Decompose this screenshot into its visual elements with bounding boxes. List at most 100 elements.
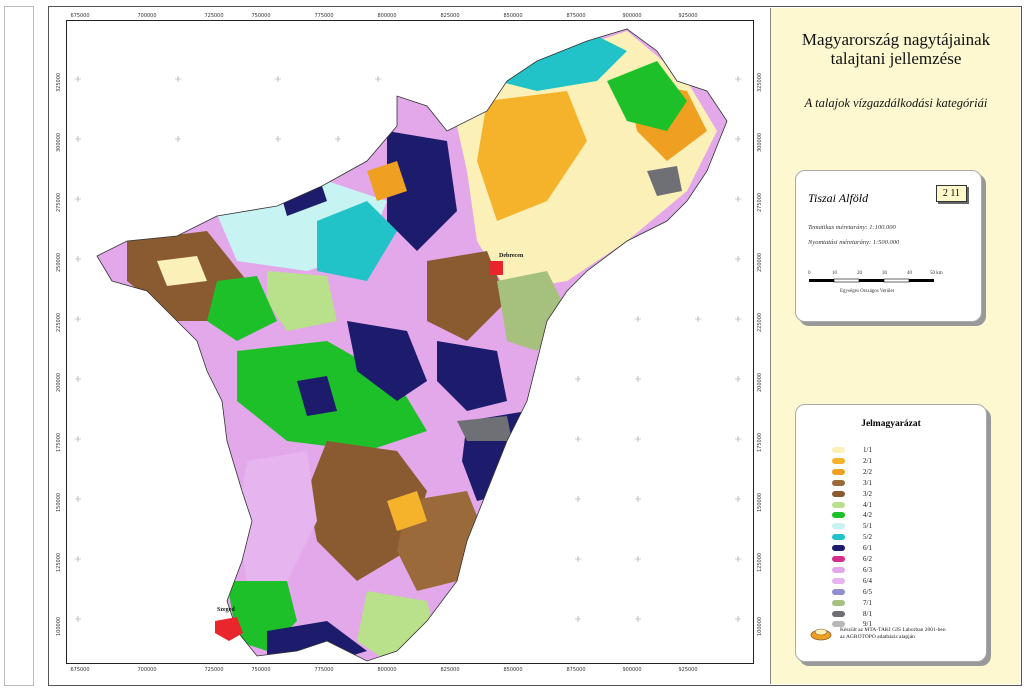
legend-label: 4/2	[863, 511, 872, 520]
coord-label: 100000	[757, 616, 763, 636]
legend-item: 8/1	[832, 609, 872, 619]
scale-tick: 10	[832, 271, 837, 276]
legend-swatch	[832, 447, 845, 453]
credit-line1: Készült az MTA-TAKI GIS Laborban 2001-be…	[840, 627, 946, 633]
coord-label: 675000	[70, 13, 90, 19]
legend-swatch	[832, 545, 845, 552]
scale-tick: 30	[882, 271, 887, 276]
coord-label: 775000	[314, 667, 334, 673]
credit-text: Készült az MTA-TAKI GIS Laborban 2001-be…	[840, 627, 946, 641]
credit-line2: az AGROTOPO adatbázis alapján	[840, 634, 915, 640]
legend-item: 6/4	[832, 576, 872, 586]
map-title-line1: Magyarország nagytájainak	[801, 30, 991, 49]
coord-label: 325000	[757, 72, 763, 92]
legend-label: 2/2	[863, 467, 872, 476]
legend-swatch	[832, 523, 845, 530]
legend-title: Jelmagyarázat	[861, 419, 921, 429]
legend-swatch	[832, 577, 845, 584]
legend-label: 2/1	[863, 456, 872, 465]
coord-label: 150000	[757, 492, 763, 512]
legend-swatch	[832, 599, 845, 606]
soil-map	[67, 21, 753, 663]
legend-item: 4/1	[832, 500, 872, 510]
region-name: Tiszai Alföld	[808, 191, 869, 205]
legend-item: 3/2	[832, 489, 872, 499]
coord-label: 825000	[440, 667, 460, 673]
legend-item: 5/1	[832, 521, 872, 531]
side-panel: Magyarország nagytájainak talajtani jell…	[770, 8, 1020, 684]
legend-item: 2/1	[832, 456, 872, 466]
legend-label: 3/2	[863, 489, 872, 498]
debrecen-marker	[489, 261, 503, 275]
legend-item: 5/2	[832, 532, 872, 542]
coord-label: 275000	[56, 192, 62, 212]
coord-label: 850000	[503, 13, 523, 19]
coord-label: 850000	[503, 667, 523, 673]
legend-item: 4/2	[832, 510, 872, 520]
scale-tick: 50 km	[930, 271, 943, 276]
city-label-debrecen: Debrecen	[499, 253, 524, 259]
coord-label: 250000	[56, 252, 62, 272]
coord-label: 250000	[757, 252, 763, 272]
projection-label: Egységes Országos Vetület	[840, 289, 895, 294]
coord-label: 750000	[251, 13, 271, 19]
legend-item: 2/2	[832, 467, 872, 477]
coord-label: 725000	[204, 13, 224, 19]
legend-swatch	[832, 468, 845, 475]
coord-label: 300000	[56, 132, 62, 152]
coord-label: 175000	[757, 432, 763, 452]
coord-label: 725000	[204, 667, 224, 673]
legend-swatch	[832, 556, 845, 562]
coord-label: 125000	[757, 552, 763, 572]
coord-label: 125000	[56, 552, 62, 572]
city-label-szeged: Szeged	[217, 607, 235, 613]
coord-label: 300000	[757, 132, 763, 152]
coord-label: 900000	[622, 667, 642, 673]
coord-label: 875000	[566, 667, 586, 673]
legend-swatch	[832, 610, 845, 617]
map-subtitle: A talajok vízgazdálkodási kategóriái	[804, 96, 988, 110]
region-info-card: Tiszai Alföld 2 11 Tematikus méretarány:…	[795, 170, 982, 322]
legend-label: 5/1	[863, 522, 872, 531]
legend-label: 6/3	[863, 565, 872, 574]
coord-label: 200000	[757, 372, 763, 392]
legend-label: 1/1	[863, 446, 872, 454]
coord-label: 325000	[56, 72, 62, 92]
legend-item: 6/3	[832, 565, 872, 575]
coord-label: 925000	[678, 667, 698, 673]
legend-swatch	[832, 588, 845, 595]
map-frame: Debrecen Szeged	[66, 20, 754, 664]
coord-label: 675000	[70, 667, 90, 673]
legend-item: 1/1	[832, 445, 872, 455]
coord-label: 875000	[566, 13, 586, 19]
coord-label: 800000	[377, 667, 397, 673]
legend-card: Jelmagyarázat 1/1 2/1 2/2 3/1 3/2 4/1 4/2 5/1 5/…	[795, 404, 987, 662]
coord-label: 775000	[314, 13, 334, 19]
coord-label: 750000	[251, 667, 271, 673]
thematic-scale: Tematikus méretarány: 1:100.000	[808, 224, 896, 231]
scale-tick: 20	[857, 271, 862, 276]
legend-label: 6/2	[863, 555, 872, 563]
coord-label: 825000	[440, 13, 460, 19]
legend-label: 8/1	[863, 609, 872, 618]
print-scale: Nyomtatási méretarány: 1:500.000	[808, 239, 900, 246]
legend-swatch	[832, 566, 845, 573]
coord-label: 225000	[757, 312, 763, 332]
coord-label: 900000	[622, 13, 642, 19]
scale-tick: 0	[808, 271, 811, 276]
coord-label: 700000	[137, 667, 157, 673]
coord-label: 100000	[56, 616, 62, 636]
legend-item: 7/1	[832, 598, 872, 608]
region-code: 2 11	[935, 185, 967, 202]
coord-label: 225000	[56, 312, 62, 332]
legend-label: 6/5	[863, 587, 872, 596]
coord-label: 925000	[678, 13, 698, 19]
legend-swatch	[832, 501, 845, 508]
map-title-line2: talajtani jellemzése	[830, 49, 962, 68]
coord-label: 800000	[377, 13, 397, 19]
legend-swatch	[832, 457, 845, 464]
legend-label: 3/1	[863, 478, 872, 487]
coord-label: 275000	[757, 192, 763, 212]
sheet-margin	[4, 6, 34, 686]
coord-label: 700000	[137, 13, 157, 19]
